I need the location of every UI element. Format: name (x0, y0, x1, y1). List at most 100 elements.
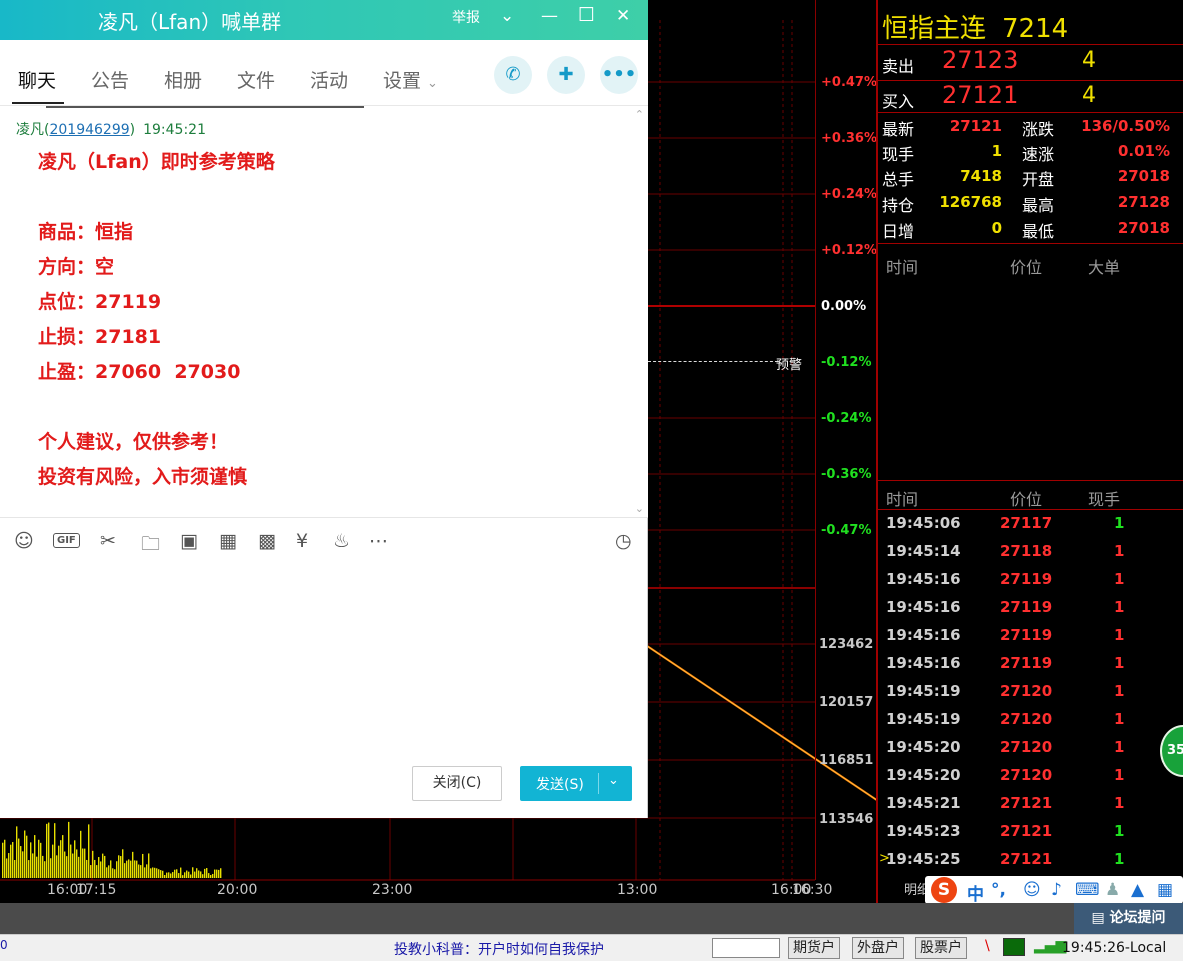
volume-bar (18, 838, 20, 878)
education-link[interactable]: 投教小科普：开户时如何自我保护 (394, 939, 604, 959)
volume-bar (46, 823, 48, 878)
skin-icon[interactable]: ▲ (1131, 880, 1144, 900)
volume-bar (78, 856, 80, 878)
folder-icon[interactable]: 🗀 (141, 530, 160, 562)
scissors-icon[interactable]: ✂ (100, 530, 116, 552)
message-input[interactable] (0, 562, 648, 762)
stat-value: 1 (991, 142, 1002, 160)
volume-bar (190, 874, 192, 878)
tab-chat[interactable]: 聊天 (18, 66, 56, 93)
stat-value: 126768 (939, 193, 1002, 211)
forum-ask-button[interactable]: ▤ 论坛提问 (1074, 903, 1183, 934)
divider (878, 509, 1183, 510)
tick-price: 27121 (1000, 822, 1053, 840)
current-row-marker: > (879, 851, 890, 866)
stock-account-button[interactable]: 股票户 (915, 937, 967, 959)
chevron-down-icon[interactable]: ⌄ (500, 6, 514, 26)
tick-price: 27120 (1000, 738, 1053, 756)
history-clock-icon[interactable]: ◷ (615, 530, 632, 552)
microphone-icon[interactable]: ♪ (1051, 880, 1062, 900)
ime-toolbar[interactable]: S 中 °, ☺ ♪ ⌨ ♟ ▲ ▦ (925, 876, 1183, 905)
sticker-icon[interactable]: ▦ (219, 530, 237, 552)
volume-bar (22, 851, 24, 878)
time-label: 23:00 (372, 882, 413, 898)
volume-bar (84, 848, 86, 878)
volume-bar (16, 826, 18, 878)
volume-bar (130, 860, 132, 878)
bid-price: 27121 (942, 81, 1019, 109)
bell-icon[interactable]: ♨ (333, 530, 350, 552)
instrument-title: 恒指主连 7214 (882, 8, 1068, 45)
chevron-down-icon[interactable]: ⌄ (608, 773, 619, 788)
punctuation-icon[interactable]: °, (991, 880, 1006, 900)
sogou-logo-icon[interactable]: S (931, 877, 957, 903)
emoji-icon[interactable]: ☺ (1023, 880, 1041, 900)
ask-volume: 4 (1082, 48, 1096, 73)
volume-bar (62, 835, 64, 878)
phone-icon[interactable]: ✆ (494, 56, 532, 94)
tick-volume: 1 (1114, 626, 1125, 644)
status-code-input[interactable] (712, 938, 780, 958)
volume-bar (154, 867, 156, 878)
percent-label: -0.24% (821, 411, 872, 426)
volume-bar (40, 842, 42, 878)
more-tools-icon[interactable]: ⋯ (369, 530, 388, 552)
scroll-up-icon[interactable]: ⌃ (635, 108, 644, 121)
minimize-icon[interactable]: — (541, 6, 558, 26)
grid-menu-icon[interactable]: ▦ (1157, 880, 1173, 900)
volume-bar (6, 858, 8, 878)
percent-label: -0.47% (821, 523, 872, 538)
close-button[interactable]: 关闭(C) (412, 766, 502, 801)
gift-icon[interactable]: ▩ (258, 530, 276, 552)
volume-bar (76, 849, 78, 878)
tick-time: 19:45:06 (886, 514, 961, 532)
volume-bar (150, 868, 152, 878)
volume-bar (166, 872, 168, 878)
tick-price: 27121 (1000, 850, 1053, 868)
volume-bar (122, 849, 124, 878)
sender-name[interactable]: 凌凡 (16, 122, 44, 138)
message-line: 凌凡（Lfan）即时参考策略 (38, 151, 275, 173)
volume-bar (66, 856, 68, 878)
volume-bar (116, 861, 118, 878)
volume-bar (70, 844, 72, 878)
ime-lang[interactable]: 中 (967, 880, 984, 905)
group-title: 凌凡（Lfan）喊单群 (98, 10, 282, 34)
keyboard-icon[interactable]: ⌨ (1075, 880, 1100, 900)
user-icon[interactable]: ♟ (1105, 880, 1120, 900)
send-button[interactable]: 发送(S) ⌄ (520, 766, 632, 801)
message-time: 19:45:21 (143, 122, 206, 138)
tab-activity[interactable]: 活动 (310, 66, 348, 93)
tab-album[interactable]: 相册 (164, 66, 202, 93)
image-icon[interactable]: ▣ (180, 530, 198, 552)
volume-bar (32, 853, 34, 878)
volume-bar (188, 871, 190, 878)
divider (878, 80, 1183, 81)
maximize-icon[interactable]: ☐ (578, 4, 595, 26)
red-packet-icon[interactable]: ¥ (296, 530, 308, 552)
gif-icon[interactable]: GIF (53, 533, 80, 548)
tick-volume: 1 (1114, 542, 1125, 560)
tab-settings[interactable]: 设置 ⌄ (383, 66, 438, 93)
sender-id[interactable]: 201946299 (49, 122, 129, 138)
alert-line[interactable] (648, 361, 778, 362)
scroll-down-icon[interactable]: ⌄ (635, 502, 644, 515)
chat-plus-icon[interactable]: ✚ (547, 56, 585, 94)
futures-account-button[interactable]: 期货户 (788, 937, 840, 959)
tick-volume: 1 (1114, 794, 1125, 812)
message-area[interactable]: ⌃ 凌凡(201946299) 19:45:21 凌凡（Lfan）即时参考策略 商… (0, 106, 648, 518)
tick-price: 27119 (1000, 570, 1053, 588)
volume-bar (4, 839, 6, 878)
volume-bar (194, 871, 196, 878)
chat-titlebar[interactable]: 凌凡（Lfan）喊单群 举报 ⌄ — ☐ ✕ (0, 0, 648, 40)
tab-notice[interactable]: 公告 (91, 66, 129, 93)
divider (878, 480, 1183, 481)
volume-bar (212, 873, 214, 878)
volume-bar (36, 856, 38, 878)
report-link[interactable]: 举报 (452, 7, 480, 27)
more-icon[interactable]: ••• (600, 56, 638, 94)
tab-files[interactable]: 文件 (237, 66, 275, 93)
close-icon[interactable]: ✕ (616, 6, 630, 26)
emoji-icon[interactable]: ☺ (14, 530, 34, 552)
foreign-account-button[interactable]: 外盘户 (852, 937, 904, 959)
